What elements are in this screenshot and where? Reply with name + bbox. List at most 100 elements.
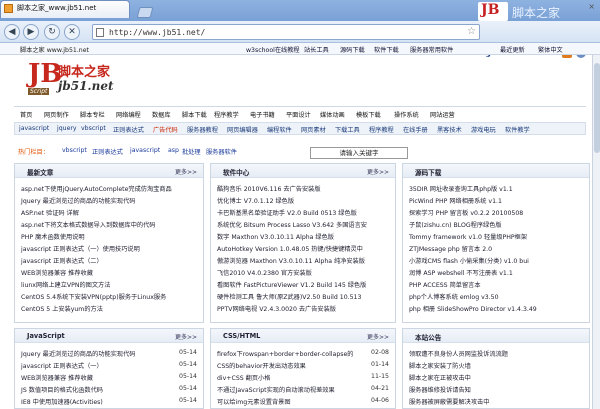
list-item[interactable]: php 相册 SlideShowPro Director v1.4.3.49	[409, 304, 537, 313]
list-item[interactable]: 脚本之家安装了防火墙	[409, 361, 471, 370]
list-item[interactable]: firefox下rowspan+border+border-collapse的	[217, 349, 353, 358]
vertical-scrollbar[interactable]	[592, 55, 600, 409]
main-nav-item[interactable]: 首页	[20, 110, 32, 119]
top-link[interactable]: 软件下载	[374, 45, 399, 54]
list-item[interactable]: 探索学习 PHP 留言板 v0.2.2 20100508	[409, 208, 523, 217]
stop-icon[interactable]: ✕	[64, 24, 80, 40]
list-item[interactable]: CSS的behavior开发出动态效果	[217, 361, 306, 370]
main-nav-item[interactable]: 模板下载	[356, 110, 381, 119]
main-nav-item[interactable]: 媒体动画	[320, 110, 345, 119]
sub-nav-item[interactable]: 编程软件	[267, 125, 292, 134]
more-link[interactable]: 更多>>	[367, 332, 389, 341]
reload-icon[interactable]: ↻	[44, 24, 60, 40]
list-item[interactable]: WEB浏览器兼容 推荐收藏	[21, 373, 93, 382]
list-item[interactable]: CentOS 5 上安装yum的方法	[21, 304, 103, 313]
top-link[interactable]: 源码下载	[340, 45, 365, 54]
list-item[interactable]: AutoHotkey Version 1.0.48.05 热键/快捷键精灵中	[217, 244, 363, 253]
main-nav-item[interactable]: 网页制作	[44, 110, 69, 119]
list-item[interactable]: 35DIR 网址收录查询工具php版 v1.1	[409, 184, 513, 193]
list-item[interactable]: 卡巴斯基黑名单验证助手 V2.0 Build 0513 绿色版	[217, 208, 357, 217]
main-nav-item[interactable]: 数据库	[152, 110, 171, 119]
main-nav-item[interactable]: 电子书籍	[250, 110, 275, 119]
list-item[interactable]: 子鼠(zishu.cn) BLOG程序绿色版	[409, 220, 502, 229]
more-link[interactable]: 更多>>	[175, 167, 197, 176]
list-item[interactable]: 傲游浏览器 Maxthon V3.0.10.11 Alpha 纯净安装版	[217, 256, 365, 265]
more-link[interactable]: 更多>>	[367, 167, 389, 176]
list-item[interactable]: WEB浏览器兼容 推荐收藏	[21, 268, 93, 277]
list-item[interactable]: php个人博客系统 emlog v3.50	[409, 292, 499, 301]
list-item[interactable]: PPTV网络电视 V2.4.3.0020 去广告安装版	[217, 304, 336, 313]
browser-tab[interactable]: 脚本之家_www.jb51.net ×	[0, 0, 595, 18]
list-item[interactable]: ZTJMessage php 留言本 2.0	[409, 244, 492, 253]
list-item[interactable]: javascript 正则表达式（二）	[21, 256, 103, 265]
list-item[interactable]: 优化博士 V7.0.1.12 绿色版	[217, 196, 294, 205]
hot-item[interactable]: javascript	[130, 147, 160, 154]
list-item[interactable]: javascript 正则表达式（一）	[21, 361, 103, 370]
main-nav-item[interactable]: 平面设计	[286, 110, 311, 119]
hot-item[interactable]: vbscript	[62, 147, 87, 154]
top-link[interactable]: 最近更新	[500, 45, 525, 54]
list-item[interactable]: 数字 Maxthon V3.0.10.11 Alpha 绿色版	[217, 232, 334, 241]
sub-nav-item[interactable]: 服务器教程	[187, 125, 218, 134]
main-nav-item[interactable]: 脚本专栏	[80, 110, 105, 119]
list-item[interactable]: Tommy framework v1.0 轻量级PHP框架	[409, 232, 527, 241]
search-button[interactable]: 请输入关键字	[310, 147, 408, 159]
list-item[interactable]: CentOS 5.4系统下安装VPN(pptp)服务于Linux服务	[21, 292, 166, 301]
main-nav-item[interactable]: 脚本下载	[182, 110, 207, 119]
sub-nav-item[interactable]: javascript	[19, 125, 49, 132]
top-link[interactable]: 服务器常用软件	[410, 45, 453, 54]
sub-nav-item[interactable]: 下载工具	[335, 125, 360, 134]
list-item[interactable]: 飞信2010 V4.0.2380 官方安装版	[217, 268, 312, 277]
list-item[interactable]: 系统优化 Bitsum Process Lasso V3.642 多国语言安	[217, 220, 367, 229]
list-item[interactable]: 小游戏CMS flash 小偷采集(分类) v1.0 bui	[409, 256, 529, 265]
list-item[interactable]: liunx网络上建立VPN的图文方法	[21, 280, 110, 289]
list-item[interactable]: PicWind PHP 网络相册系统 v1.1	[409, 196, 502, 205]
scrollbar-thumb[interactable]	[594, 63, 600, 153]
sub-nav-item[interactable]: 软件教学	[505, 125, 530, 134]
sub-nav-item[interactable]: 网页素材	[301, 125, 326, 134]
list-item[interactable]: javascript 正则表达式（一）使用技巧说明	[21, 244, 140, 253]
sub-nav-item[interactable]: jquery	[57, 125, 77, 132]
list-item[interactable]: Jquery 最近浏览过的商品的功能实现代码	[21, 196, 135, 205]
list-item[interactable]: PHP ACCESS 简单留言本	[409, 280, 481, 289]
address-url[interactable]: http://www.jb51.net/	[109, 28, 205, 37]
list-item[interactable]: 看图软件 FastPictureViewer V1.2 Build 145 绿色…	[217, 280, 366, 289]
list-item[interactable]: asp.net下将文本格式数据导入到数据库中的代码	[21, 220, 155, 229]
list-item[interactable]: div+CSS 翻页小格	[217, 373, 270, 382]
list-item[interactable]: Jquery 最近浏览过的商品的功能实现代码	[21, 349, 135, 358]
list-item[interactable]: 服务器维修投诉请告知	[409, 385, 471, 394]
top-link[interactable]: 站长工具	[304, 45, 329, 54]
hot-item[interactable]: 正则表达式	[92, 147, 123, 156]
list-item[interactable]: IE8 中使用加速器(Activities)	[21, 397, 103, 406]
list-item[interactable]: JS 数值项目的格式化函数代码	[21, 385, 103, 394]
bookmark-star-icon[interactable]: ☆	[467, 26, 476, 37]
sub-nav-item-active[interactable]: 广告代码	[153, 125, 178, 134]
sub-nav-item[interactable]: 黑客技术	[437, 125, 462, 134]
sub-nav-item[interactable]: 网页编辑器	[227, 125, 258, 134]
sub-nav-item[interactable]: 正则表达式	[113, 125, 144, 134]
main-nav-item[interactable]: 网站运营	[430, 110, 455, 119]
sub-nav-item[interactable]: vbscript	[81, 125, 106, 132]
sub-nav-item[interactable]: 在线手册	[403, 125, 428, 134]
sub-nav-item[interactable]: 程序教程	[369, 125, 394, 134]
list-item[interactable]: PHP 魔术函数使用说明	[21, 232, 85, 241]
hot-item[interactable]: asp	[168, 147, 179, 154]
hot-item[interactable]: 服务器软件	[206, 147, 237, 156]
sub-nav-item[interactable]: 游戏电玩	[471, 125, 496, 134]
main-nav-item[interactable]: 程序教学	[214, 110, 239, 119]
hot-item[interactable]: 批处理	[182, 147, 201, 156]
list-item[interactable]: ASP.net 验证码 详解	[21, 208, 79, 217]
main-nav-item[interactable]: 操作系统	[394, 110, 419, 119]
list-item[interactable]: asp.net下使用jQuery.AutoComplete完成仿淘宝商品	[21, 184, 172, 193]
list-item[interactable]: 可以给img元素设置背景图	[217, 397, 291, 406]
site-logo[interactable]: JB Script	[28, 61, 62, 99]
address-bar[interactable]: http://www.jb51.net/ ☆	[92, 24, 480, 40]
list-item[interactable]: 脚本之家在正被攻击中	[409, 373, 471, 382]
list-item[interactable]: 硬件检测工具 鲁大师(原Z武器)V2.50 Build 10.513	[217, 292, 361, 301]
list-item[interactable]: 服务器被屏蔽需要解决攻击中	[409, 397, 489, 406]
list-item[interactable]: 领取遭不良身份人员网监投诉流流题	[409, 349, 508, 358]
list-item[interactable]: 酷狗音乐 2010V6.116 去广告安装版	[217, 184, 321, 193]
more-link[interactable]: 更多>>	[175, 332, 197, 341]
forward-icon[interactable]: ▶	[23, 24, 39, 40]
list-item[interactable]: 不通过JavaScript实现的自动滚动视差效果	[217, 385, 335, 394]
